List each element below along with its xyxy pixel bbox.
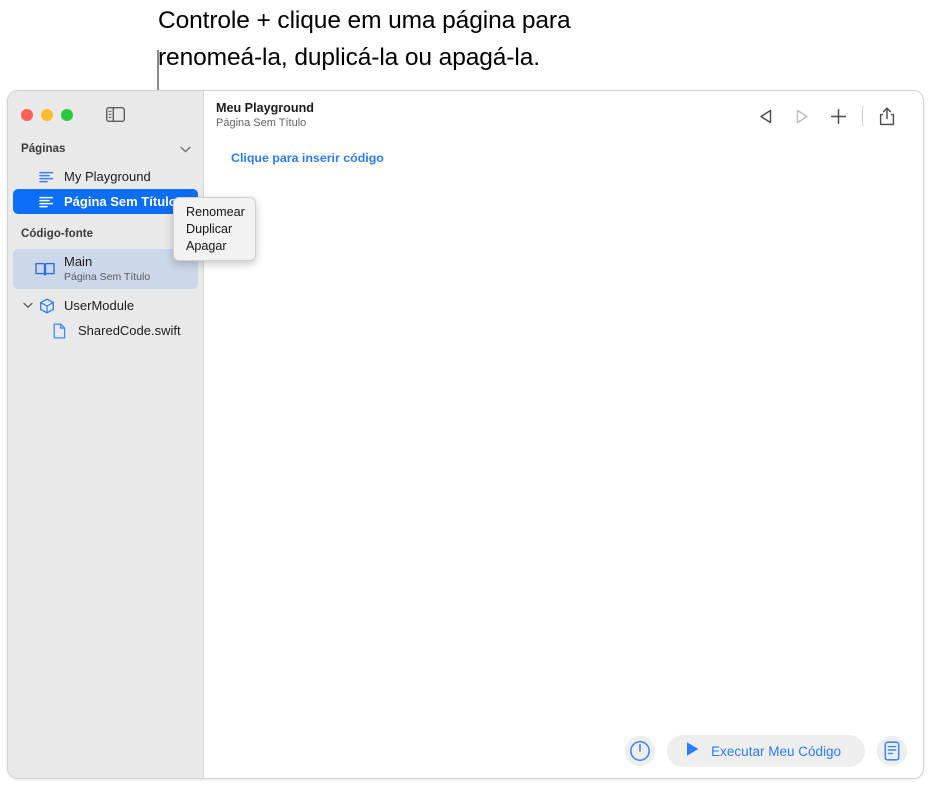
- back-triangle-icon[interactable]: [748, 103, 784, 129]
- callout-text: Controle + clique em uma página para ren…: [158, 7, 571, 71]
- gauge-icon[interactable]: [625, 736, 656, 766]
- menu-item-duplicate[interactable]: Duplicar: [174, 220, 255, 237]
- toolbar-actions: [748, 101, 905, 129]
- menu-item-rename[interactable]: Renomear: [174, 203, 255, 220]
- main-toolbar: Meu Playground Página Sem Título: [204, 91, 923, 138]
- page-subtitle: Página Sem Título: [216, 116, 307, 129]
- share-icon[interactable]: [869, 103, 905, 129]
- page-lines-icon: [39, 171, 56, 183]
- sidebar-item-sharedcode-swift[interactable]: SharedCode.swift: [13, 318, 198, 343]
- sidebar-item-main-labels: Main Página Sem Título: [64, 254, 151, 283]
- sidebar-item-main[interactable]: Main Página Sem Título: [13, 249, 198, 289]
- sidebar-item-label: UserModule: [64, 298, 135, 313]
- run-my-code-button[interactable]: Executar Meu Código: [667, 735, 865, 767]
- disclosure-chevron-down-icon[interactable]: [23, 302, 35, 309]
- zoom-button[interactable]: [61, 108, 73, 121]
- sidebar-item-pagina-sem-titulo[interactable]: Página Sem Título: [13, 189, 198, 214]
- section-title-source: Código-fonte: [21, 228, 94, 240]
- bottom-toolbar: Executar Meu Código: [625, 735, 907, 767]
- page-lines-icon: [39, 196, 56, 208]
- play-triangle-icon: [685, 741, 700, 762]
- window-controls: [8, 91, 203, 138]
- sidebar-item-label: Página Sem Título: [64, 194, 177, 209]
- swift-file-icon: [53, 322, 70, 339]
- sidebar-item-label: SharedCode.swift: [78, 323, 181, 338]
- menu-item-delete[interactable]: Apagar: [174, 237, 255, 254]
- insert-code-link[interactable]: Clique para inserir código: [231, 151, 384, 165]
- sidebar-item-label: Main: [64, 254, 93, 269]
- chevron-down-icon[interactable]: [180, 146, 191, 153]
- page-title: Meu Playground: [216, 101, 314, 115]
- app-window: Páginas My Playground Página Sem Título …: [7, 90, 924, 779]
- section-header-pages: Páginas: [8, 138, 203, 160]
- document-title-block: Meu Playground Página Sem Título: [216, 101, 314, 130]
- sidebar-item-my-playground[interactable]: My Playground: [13, 164, 198, 189]
- book-icon: [35, 261, 55, 277]
- run-button-label: Executar Meu Código: [711, 743, 841, 759]
- console-document-icon[interactable]: [877, 736, 907, 766]
- sidebar: Páginas My Playground Página Sem Título …: [8, 91, 204, 778]
- section-title-pages: Páginas: [21, 143, 66, 155]
- close-button[interactable]: [21, 108, 33, 121]
- sidebar-toggle-icon[interactable]: [105, 106, 126, 123]
- context-menu: Renomear Duplicar Apagar: [173, 197, 256, 261]
- sidebar-item-sublabel: Página Sem Título: [64, 270, 151, 283]
- minimize-button[interactable]: [41, 108, 53, 121]
- sidebar-item-label: My Playground: [64, 169, 151, 184]
- toolbar-separator: [862, 106, 863, 126]
- forward-triangle-icon[interactable]: [784, 103, 820, 129]
- sidebar-item-usermodule[interactable]: UserModule: [13, 293, 198, 318]
- main-content: Meu Playground Página Sem Título Clique …: [204, 91, 923, 778]
- package-cube-icon: [39, 298, 56, 314]
- plus-icon[interactable]: [820, 103, 856, 129]
